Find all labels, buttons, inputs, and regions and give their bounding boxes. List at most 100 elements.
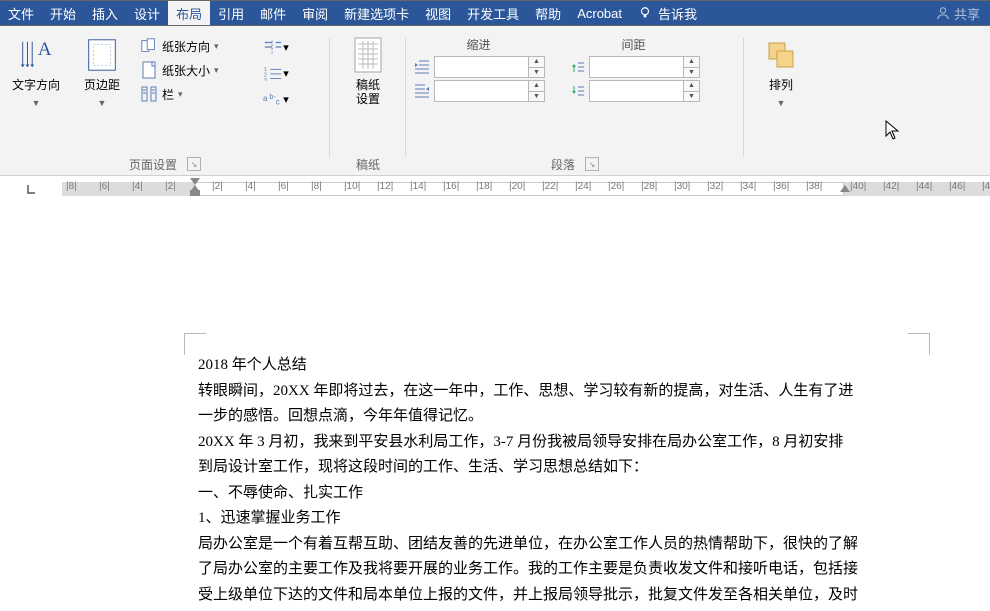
document-text[interactable]: 2018 年个人总结转眼瞬间，20XX 年即将过去，在这一年中，工作、思想、学习… — [198, 353, 858, 611]
lightbulb-icon — [638, 6, 652, 20]
tab-mailings[interactable]: 邮件 — [252, 1, 294, 25]
paragraph-group-label: 段落 — [551, 156, 575, 173]
first-line-indent-marker[interactable] — [190, 178, 200, 185]
margin-corner-tl — [184, 333, 206, 355]
line-numbers-button[interactable]: 123▾ — [258, 62, 294, 84]
tab-review[interactable]: 审阅 — [294, 1, 336, 25]
document-paragraph[interactable]: 1、迅速掌握业务工作 — [198, 506, 858, 532]
document-paragraph[interactable]: 局办公室是一个有着互帮互助、团结友善的先进单位，在办公室工作人员的热情帮助下，很… — [198, 532, 858, 611]
svg-text:c: c — [276, 97, 280, 106]
breaks-button[interactable]: ▾ — [258, 36, 294, 58]
margins-button[interactable]: 页边距 ▼ — [72, 34, 132, 110]
spacing-before-down[interactable]: ▼ — [684, 67, 700, 79]
group-manuscript: 稿纸 设置 稿纸 — [330, 30, 406, 175]
indent-right-input[interactable] — [434, 80, 529, 102]
page: 2018 年个人总结转眼瞬间，20XX 年即将过去，在这一年中，工作、思想、学习… — [62, 213, 902, 611]
group-page-setup: A 文字方向 ▼ 页边距 ▼ — [0, 30, 330, 175]
document-paragraph[interactable]: 2018 年个人总结 — [198, 353, 858, 379]
margins-icon — [83, 36, 121, 74]
svg-text:3: 3 — [264, 78, 267, 81]
document-paragraph[interactable]: 20XX 年 3 月初，我来到平安县水利局工作，3-7 月份我被局领导安排在局办… — [198, 430, 858, 481]
spacing-after-icon — [567, 81, 587, 101]
tab-developer[interactable]: 开发工具 — [459, 1, 527, 25]
horizontal-ruler[interactable]: |8||6||4||2||2||4||6||8||10||12||14||16|… — [62, 176, 990, 201]
indent-left-down[interactable]: ▼ — [529, 67, 545, 79]
spacing-before-up[interactable]: ▲ — [684, 56, 700, 67]
tab-view[interactable]: 视图 — [417, 1, 459, 25]
group-arrange: 排列 ▼ — [744, 30, 818, 175]
share-label: 共享 — [954, 4, 980, 23]
chevron-down-icon: ▼ — [32, 98, 41, 108]
tab-acrobat[interactable]: Acrobat — [569, 1, 630, 25]
share-button[interactable]: 共享 — [926, 1, 990, 25]
indent-right-down[interactable]: ▼ — [529, 91, 545, 103]
document-paragraph[interactable]: 转眼瞬间，20XX 年即将过去，在这一年中，工作、思想、学习较有新的提高，对生活… — [198, 379, 858, 430]
spacing-before-icon — [567, 57, 587, 77]
tab-references[interactable]: 引用 — [210, 1, 252, 25]
svg-text:b-: b- — [270, 92, 277, 101]
text-direction-button[interactable]: A 文字方向 ▼ — [6, 34, 66, 110]
tab-selector[interactable] — [0, 176, 62, 201]
page-setup-launcher[interactable]: ↘ — [187, 157, 201, 171]
indent-title: 缩进 — [412, 36, 545, 53]
tab-file[interactable]: 文件 — [0, 1, 42, 25]
svg-text:a: a — [263, 94, 268, 103]
breaks-icon — [263, 39, 283, 55]
hyphenation-icon: acb- — [263, 91, 283, 107]
size-label: 纸张大小 — [162, 62, 210, 79]
manuscript-icon — [349, 36, 387, 74]
arrange-button[interactable]: 排列 ▼ — [751, 34, 811, 110]
manuscript-group-label: 稿纸 — [356, 156, 380, 173]
columns-label: 栏 — [162, 86, 174, 103]
left-indent-marker[interactable] — [190, 190, 200, 196]
chevron-down-icon: ▼ — [777, 98, 786, 108]
spacing-after-input[interactable] — [589, 80, 684, 102]
arrange-label: 排列 — [769, 78, 793, 92]
orientation-button[interactable]: 纸张方向 ▾ — [138, 34, 248, 58]
document-paragraph[interactable]: 一、不辱使命、扎实工作 — [198, 481, 858, 507]
columns-button[interactable]: 栏 ▾ — [138, 82, 248, 106]
margin-corner-tr — [908, 333, 930, 355]
tell-me-search[interactable]: 告诉我 — [630, 1, 705, 25]
spacing-after-up[interactable]: ▲ — [684, 80, 700, 91]
size-button[interactable]: 纸张大小 ▾ — [138, 58, 248, 82]
arrange-icon — [762, 36, 800, 74]
tab-bar: 文件 开始 插入 设计 布局 引用 邮件 审阅 新建选项卡 视图 开发工具 帮助… — [0, 0, 990, 26]
ribbon: A 文字方向 ▼ 页边距 ▼ — [0, 26, 990, 176]
tab-layout[interactable]: 布局 — [168, 1, 210, 25]
manuscript-settings-button[interactable]: 稿纸 设置 — [338, 34, 398, 109]
chevron-down-icon: ▼ — [98, 98, 107, 108]
orientation-icon — [140, 37, 158, 55]
indent-right-up[interactable]: ▲ — [529, 80, 545, 91]
manuscript-label: 稿纸 设置 — [356, 78, 380, 107]
spacing-title: 间距 — [567, 36, 700, 53]
orientation-label: 纸张方向 — [162, 38, 210, 55]
group-paragraph: 缩进 ▲▼ ▲▼ 间距 — [406, 30, 744, 175]
paragraph-launcher[interactable]: ↘ — [585, 157, 599, 171]
svg-text:A: A — [38, 39, 52, 60]
margins-label: 页边距 — [84, 78, 120, 92]
right-indent-marker[interactable] — [840, 185, 850, 192]
text-direction-label: 文字方向 — [12, 78, 60, 92]
ruler-row: |8||6||4||2||2||4||6||8||10||12||14||16|… — [0, 176, 990, 201]
text-direction-icon: A — [17, 36, 55, 74]
tell-me-label: 告诉我 — [658, 4, 697, 23]
tab-design[interactable]: 设计 — [126, 1, 168, 25]
columns-icon — [140, 85, 158, 103]
indent-left-input[interactable] — [434, 56, 529, 78]
hyphenation-button[interactable]: acb-▾ — [258, 88, 294, 110]
indent-left-icon — [412, 57, 432, 77]
indent-left-up[interactable]: ▲ — [529, 56, 545, 67]
tab-home[interactable]: 开始 — [42, 1, 84, 25]
line-numbers-icon: 123 — [263, 65, 283, 81]
tab-help[interactable]: 帮助 — [527, 1, 569, 25]
person-icon — [936, 6, 950, 20]
tab-new-custom[interactable]: 新建选项卡 — [336, 1, 417, 25]
spacing-after-down[interactable]: ▼ — [684, 91, 700, 103]
indent-right-icon — [412, 81, 432, 101]
document-area[interactable]: 2018 年个人总结转眼瞬间，20XX 年即将过去，在这一年中，工作、思想、学习… — [0, 201, 990, 611]
tab-insert[interactable]: 插入 — [84, 1, 126, 25]
page-setup-group-label: 页面设置 — [129, 156, 177, 173]
spacing-before-input[interactable] — [589, 56, 684, 78]
chevron-down-icon: ▾ — [178, 89, 183, 100]
